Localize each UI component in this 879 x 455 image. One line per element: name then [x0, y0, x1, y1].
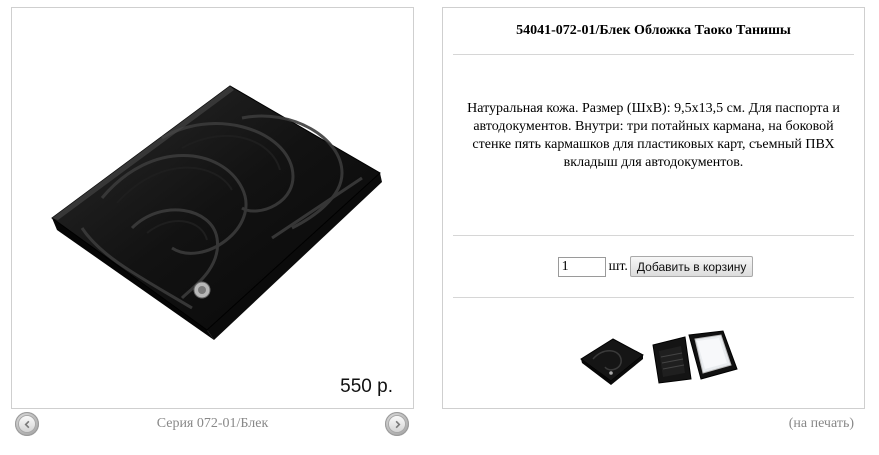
product-price: 550 р. [340, 376, 393, 397]
thumbnail-open[interactable] [651, 329, 739, 385]
gallery-navigation: Серия 072-01/Блек [11, 409, 414, 439]
add-to-cart-button[interactable]: Добавить в корзину [629, 256, 754, 277]
product-thumbnails [579, 329, 739, 385]
next-button[interactable] [385, 412, 409, 436]
product-photo [51, 85, 382, 340]
divider [453, 235, 854, 236]
order-form: шт. Добавить в корзину [443, 256, 864, 277]
product-info-panel: 54041-072-01/Блек Обложка Таоко Танишы Н… [442, 7, 865, 409]
thumbnail-closed[interactable] [579, 337, 645, 387]
product-image-panel: 550 р. [11, 7, 414, 409]
chevron-right-icon [395, 420, 400, 428]
print-link[interactable]: (на печать) [789, 416, 854, 432]
series-label: Серия 072-01/Блек [156, 416, 269, 431]
quantity-input[interactable] [557, 256, 606, 277]
product-title: 54041-072-01/Блек Обложка Таоко Танишы [516, 23, 791, 38]
divider [453, 54, 854, 55]
unit-label: шт. [608, 258, 628, 274]
divider [453, 297, 854, 298]
product-description: Натуральная кожа. Размер (ШхВ): 9,5х13,5… [467, 101, 840, 170]
